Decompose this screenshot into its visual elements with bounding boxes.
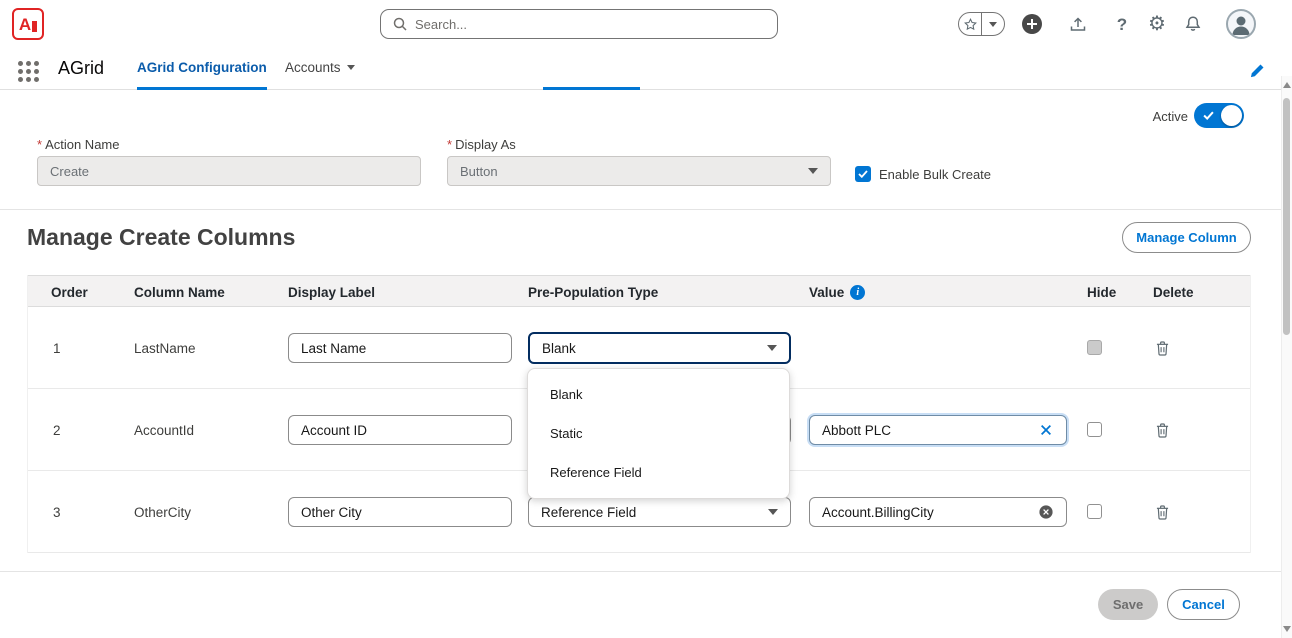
header-pre-population-type: Pre-Population Type <box>528 284 659 300</box>
display-label-input[interactable]: Other City <box>288 497 512 527</box>
table-header-row: Order Column Name Display Label Pre-Popu… <box>28 275 1250 307</box>
row-column-name: AccountId <box>134 422 195 438</box>
manage-column-button[interactable]: Manage Column <box>1122 222 1251 253</box>
row-column-name: OtherCity <box>134 504 192 520</box>
menu-option-reference-field[interactable]: Reference Field <box>528 453 789 492</box>
global-header: A ? <box>0 0 1292 48</box>
app-launcher-button[interactable] <box>18 61 39 82</box>
chevron-down-icon <box>346 65 355 70</box>
footer-divider <box>0 571 1292 572</box>
required-asterisk: * <box>37 137 43 152</box>
row-column-name: LastName <box>134 340 196 356</box>
menu-option-static[interactable]: Static <box>528 414 789 453</box>
display-as-value: Button <box>460 163 498 179</box>
header-value: Value i <box>809 276 866 308</box>
scrollbar-thumb[interactable] <box>1283 98 1290 335</box>
toggle-knob <box>1221 105 1242 126</box>
scrollbar-up-arrow[interactable] <box>1283 82 1291 88</box>
chevron-down-icon <box>989 21 997 27</box>
info-icon[interactable]: i <box>850 284 866 300</box>
star-icon[interactable] <box>959 13 981 35</box>
display-label-input[interactable]: Account ID <box>288 415 512 445</box>
user-avatar[interactable] <box>1226 9 1256 39</box>
app-logo-letter: A <box>18 14 32 34</box>
app-window: A ? <box>0 0 1292 638</box>
header-hide: Hide <box>1087 284 1117 300</box>
search-input[interactable] <box>415 16 765 32</box>
save-button[interactable]: Save <box>1098 589 1158 620</box>
action-name-input: Create <box>37 156 421 186</box>
favorites-button[interactable] <box>958 12 1005 36</box>
favorites-list-button[interactable] <box>982 13 1004 35</box>
question-mark-icon: ? <box>1116 14 1128 34</box>
check-icon <box>1203 111 1214 120</box>
row-order: 3 <box>53 504 61 520</box>
pre-population-type-menu: Blank Static Reference Field <box>527 368 790 499</box>
delete-row-button[interactable] <box>1154 504 1170 520</box>
value-input[interactable]: Account.BillingCity <box>809 497 1067 527</box>
menu-option-blank[interactable]: Blank <box>528 375 789 414</box>
delete-row-button[interactable] <box>1154 422 1170 438</box>
bell-icon <box>1184 15 1202 33</box>
section-divider <box>0 209 1292 210</box>
app-name: AGrid <box>58 58 105 78</box>
notifications-button[interactable] <box>1181 12 1205 36</box>
display-as-label: * Display As <box>447 137 516 152</box>
action-name-label: * Action Name <box>37 137 120 152</box>
pre-population-type-select[interactable]: Blank <box>528 332 791 364</box>
clear-value-circle-button[interactable] <box>1038 504 1054 520</box>
scrollbar-down-arrow[interactable] <box>1283 626 1291 632</box>
display-label-input[interactable]: Last Name <box>288 333 512 363</box>
enable-bulk-create-label: Enable Bulk Create <box>879 167 992 182</box>
delete-row-button[interactable] <box>1154 340 1170 356</box>
hide-checkbox[interactable] <box>1087 422 1102 437</box>
row-order: 1 <box>53 340 61 356</box>
required-asterisk: * <box>447 137 453 152</box>
global-actions-button[interactable] <box>1020 12 1044 36</box>
global-search[interactable] <box>380 9 778 39</box>
app-logo[interactable]: A <box>12 8 44 40</box>
hidden-subtab-underline <box>543 87 640 90</box>
header-column-name: Column Name <box>134 284 225 300</box>
action-name-value: Create <box>50 163 90 179</box>
active-toggle[interactable] <box>1194 103 1244 128</box>
display-as-select: Button <box>447 156 831 186</box>
plus-icon <box>1021 13 1043 35</box>
edit-page-button[interactable] <box>1249 62 1265 78</box>
enable-bulk-create-checkbox[interactable] <box>855 166 871 182</box>
hide-checkbox[interactable] <box>1087 504 1102 519</box>
search-icon <box>393 17 407 31</box>
header-order: Order <box>51 284 88 300</box>
pre-population-type-select[interactable]: Reference Field <box>528 497 791 527</box>
app-logo-block <box>32 20 38 32</box>
row-order: 2 <box>53 422 61 438</box>
tab-label: AGrid Configuration <box>137 60 267 75</box>
gear-icon: ⚙ <box>1148 13 1166 35</box>
header-display-label: Display Label <box>288 284 376 300</box>
upload-icon <box>1068 14 1088 34</box>
clear-value-button[interactable] <box>1038 422 1054 438</box>
tab-accounts[interactable]: Accounts <box>285 48 355 90</box>
value-input[interactable]: Abbott PLC <box>809 415 1067 445</box>
chevron-down-icon <box>808 168 818 174</box>
help-button[interactable]: ? <box>1110 12 1134 36</box>
upload-button[interactable] <box>1066 12 1090 36</box>
section-title: Manage Create Columns <box>27 224 296 250</box>
tab-agrid-configuration[interactable]: AGrid Configuration <box>137 48 267 90</box>
cancel-button[interactable]: Cancel <box>1167 589 1240 620</box>
header-delete: Delete <box>1153 284 1194 300</box>
tab-label: Accounts <box>285 60 341 75</box>
hide-checkbox[interactable] <box>1087 340 1102 355</box>
chevron-down-icon <box>767 345 777 351</box>
setup-button[interactable]: ⚙ <box>1145 12 1169 36</box>
active-label: Active <box>1152 109 1188 124</box>
chevron-down-icon <box>768 509 778 515</box>
